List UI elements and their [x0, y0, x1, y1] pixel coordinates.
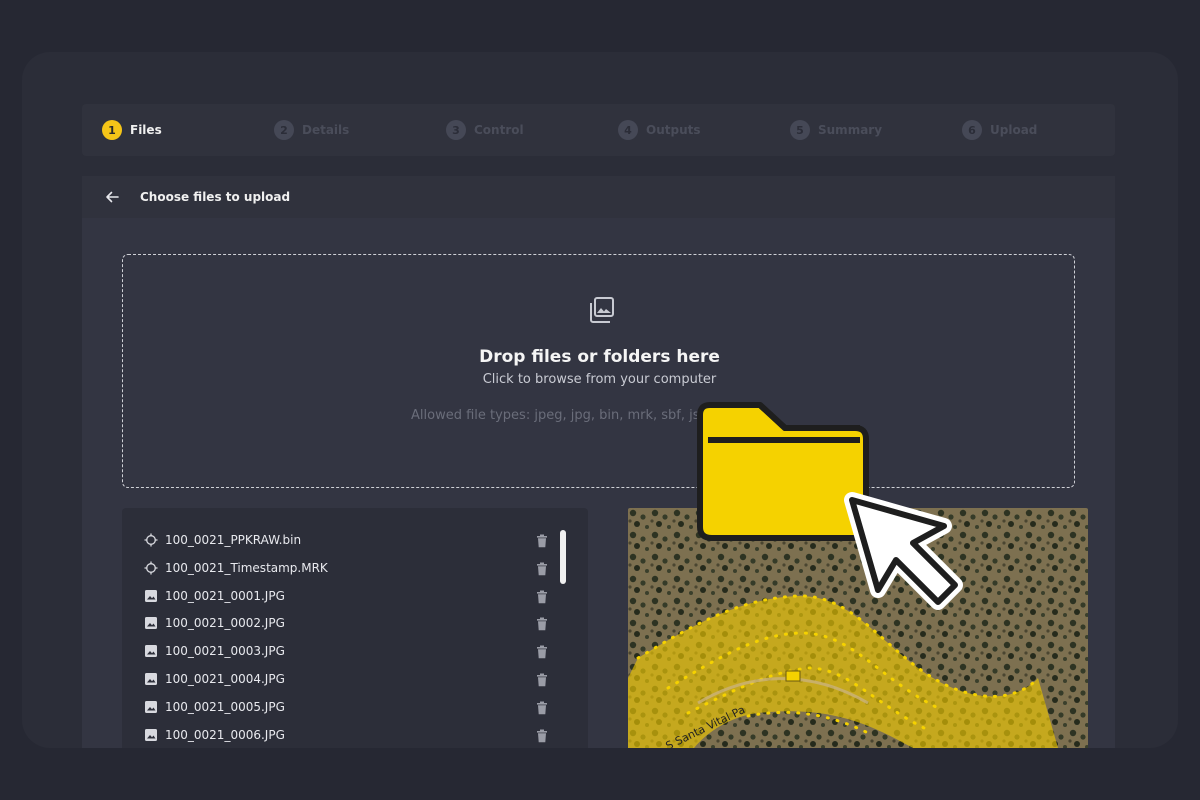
step-label: Files — [130, 123, 162, 137]
step-number: 2 — [274, 120, 294, 140]
crosshair-icon — [144, 533, 158, 547]
file-name: 100_0021_0001.JPG — [165, 588, 285, 603]
step-summary[interactable]: 5 Summary — [790, 118, 882, 142]
step-number: 4 — [618, 120, 638, 140]
step-number: 5 — [790, 120, 810, 140]
arrow-left-icon[interactable] — [104, 189, 120, 205]
file-list: 100_0021_PPKRAW.bin 100_0021_Timestamp.MR… — [122, 508, 588, 748]
image-icon — [144, 728, 158, 742]
dropzone-subtitle: Click to browse from your computer — [482, 372, 717, 387]
step-outputs[interactable]: 4 Outputs — [618, 118, 701, 142]
trash-icon[interactable] — [536, 644, 548, 659]
file-name: 100_0021_PPKRAW.bin — [165, 533, 302, 547]
file-row[interactable]: 100_0021_0006.JPG — [144, 725, 564, 745]
step-label: Upload — [990, 123, 1038, 137]
file-row[interactable]: 100_0021_0005.JPG — [144, 697, 564, 717]
image-icon — [144, 672, 158, 686]
crosshair-icon — [144, 561, 158, 575]
trash-icon[interactable] — [536, 672, 548, 687]
map-preview[interactable]: S Santa Vital Pa — [628, 508, 1088, 748]
image-icon — [144, 644, 158, 658]
image-icon — [144, 616, 158, 630]
allowed-file-types: Allowed file types: jpeg, jpg, bin, mrk,… — [411, 408, 700, 423]
step-label: Details — [302, 123, 350, 137]
step-control[interactable]: 3 Control — [446, 118, 524, 142]
file-name: 100_0021_0002.JPG — [165, 616, 285, 631]
file-row[interactable]: 100_0021_PPKRAW.bin — [144, 530, 564, 550]
dropzone-title: Drop files or folders here — [479, 347, 720, 367]
file-name: 100_0021_0003.JPG — [165, 644, 285, 659]
step-details[interactable]: 2 Details — [274, 118, 349, 142]
step-number: 6 — [962, 120, 982, 140]
image-icon — [144, 700, 158, 714]
trash-icon[interactable] — [536, 533, 548, 548]
file-row[interactable]: 100_0021_0003.JPG — [144, 641, 564, 661]
upload-wizard: 1 Files 2 Details 3 Control 4 Outputs 5 … — [82, 104, 1115, 748]
files-panel: Choose files to upload Drop files or fol… — [82, 176, 1115, 748]
step-label: Summary — [818, 123, 883, 137]
file-row[interactable]: 100_0021_Timestamp.MRK — [144, 558, 564, 578]
trash-icon[interactable] — [536, 616, 548, 631]
file-row[interactable]: 100_0021_0001.JPG — [144, 586, 564, 606]
file-name: 100_0021_0006.JPG — [165, 727, 285, 742]
panel-title: Choose files to upload — [140, 190, 291, 204]
wizard-stepper: 1 Files 2 Details 3 Control 4 Outputs 5 … — [82, 104, 1115, 156]
step-number: 3 — [446, 120, 466, 140]
trash-icon[interactable] — [536, 589, 548, 603]
file-row[interactable]: 100_0021_0002.JPG — [144, 613, 564, 633]
app-frame: 1 Files 2 Details 3 Control 4 Outputs 5 … — [22, 52, 1178, 748]
file-row[interactable]: 100_0021_0004.JPG — [144, 669, 564, 689]
trash-icon[interactable] — [536, 728, 548, 742]
dropzone[interactable]: Drop files or folders here Click to brow… — [122, 254, 1075, 488]
file-name: 100_0021_0004.JPG — [165, 672, 285, 686]
file-name: 100_0021_Timestamp.MRK — [165, 560, 328, 575]
file-name: 100_0021_0005.JPG — [165, 699, 285, 714]
step-number: 1 — [102, 120, 122, 140]
panel-header: Choose files to upload — [82, 176, 1115, 218]
step-upload[interactable]: 6 Upload — [962, 118, 1037, 142]
image-stack-icon — [586, 295, 616, 325]
image-icon — [144, 589, 158, 603]
trash-icon[interactable] — [536, 700, 548, 715]
trash-icon[interactable] — [536, 561, 548, 576]
step-label: Outputs — [646, 123, 701, 137]
step-label: Control — [474, 123, 524, 137]
step-files[interactable]: 1 Files — [102, 118, 162, 142]
